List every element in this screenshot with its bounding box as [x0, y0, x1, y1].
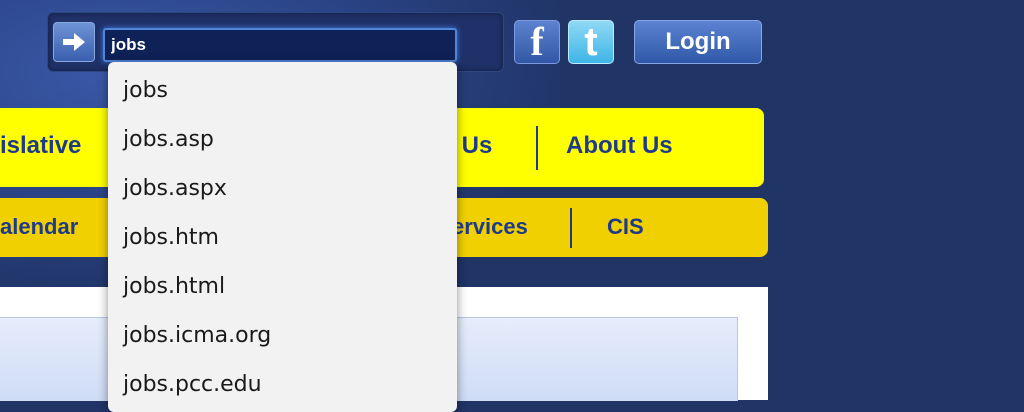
arrow-right-icon [63, 33, 85, 51]
suggestion-item[interactable]: jobs.asp [108, 117, 457, 166]
nav-divider [536, 126, 538, 170]
login-button[interactable]: Login [634, 20, 762, 64]
suggestion-item[interactable]: jobs.aspx [108, 166, 457, 215]
nav-divider [570, 208, 572, 248]
nav-item-services[interactable]: ervices [452, 214, 528, 240]
facebook-button[interactable]: f [514, 20, 560, 64]
nav-item-about-us[interactable]: About Us [566, 132, 673, 160]
nav-item-legislative[interactable]: islative [0, 132, 81, 160]
suggestion-item[interactable]: jobs.icma.org [108, 313, 457, 362]
search-go-button[interactable] [53, 22, 95, 62]
twitter-button[interactable]: t [568, 20, 614, 64]
suggestion-item[interactable]: jobs [108, 68, 457, 117]
suggestion-item[interactable]: jobs.html [108, 264, 457, 313]
facebook-icon: f [530, 19, 544, 64]
suggestion-item[interactable]: jobs.pcc.edu [108, 362, 457, 411]
twitter-icon: t [584, 20, 598, 64]
nav-item-cis[interactable]: CIS [607, 214, 644, 240]
suggestion-list: jobs jobs.asp jobs.aspx jobs.htm jobs.ht… [108, 62, 457, 411]
suggestion-item[interactable]: jobs.htm [108, 215, 457, 264]
search-input[interactable] [103, 28, 457, 62]
nav-item-calendar[interactable]: alendar [0, 214, 78, 240]
autocomplete-dropdown: jobs jobs.asp jobs.aspx jobs.htm jobs.ht… [108, 62, 457, 412]
